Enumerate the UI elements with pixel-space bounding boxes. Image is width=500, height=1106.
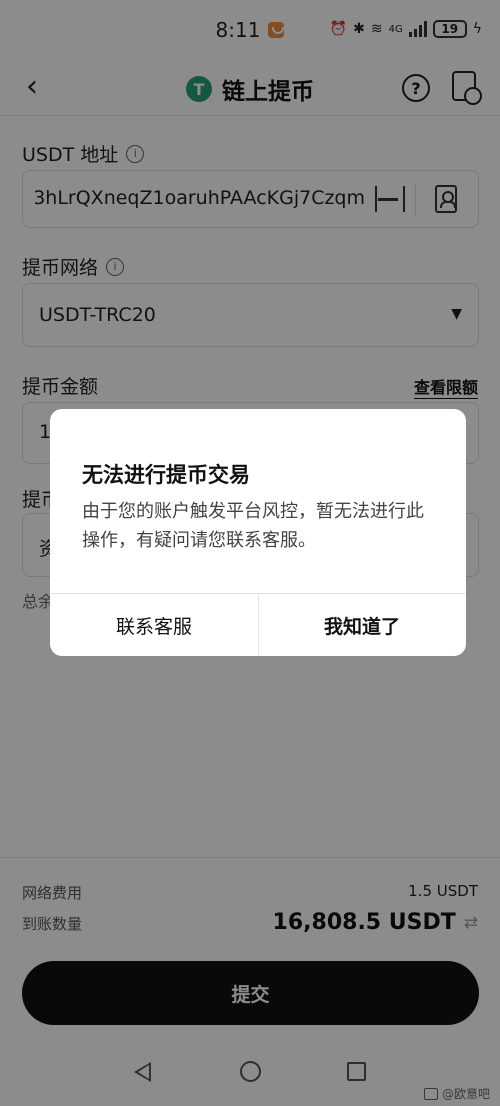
dialog-message: 由于您的账户触发平台风控，暂无法进行此操作，有疑问请您联系客服。 bbox=[82, 501, 424, 551]
contact-support-button[interactable]: 联系客服 bbox=[50, 594, 258, 656]
dialog-title: 无法进行提币交易 bbox=[82, 463, 250, 487]
error-dialog: 无法进行提币交易 由于您的账户触发平台风控，暂无法进行此操作，有疑问请您联系客服… bbox=[50, 409, 466, 656]
acknowledge-button[interactable]: 我知道了 bbox=[258, 594, 466, 656]
